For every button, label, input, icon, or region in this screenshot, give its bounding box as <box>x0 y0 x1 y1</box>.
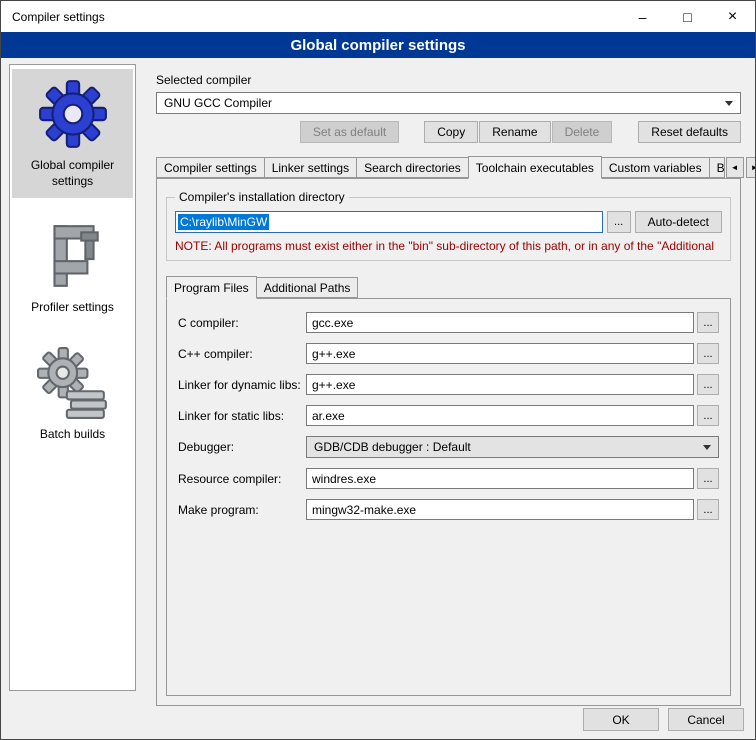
static-linker-label: Linker for static libs: <box>178 409 306 423</box>
sidebar-item-label: Profiler settings <box>31 300 114 316</box>
program-files-tab-bar: Program Files Additional Paths <box>166 276 731 298</box>
static-linker-browse-button[interactable]: ... <box>697 405 719 426</box>
toolchain-executables-panel: Compiler's installation directory C:\ray… <box>156 178 741 706</box>
tab-toolchain-executables[interactable]: Toolchain executables <box>468 156 602 179</box>
compiler-actions: Set as default Copy Rename Delete Reset … <box>156 121 741 143</box>
chevron-down-icon <box>703 445 711 450</box>
tab-program-files[interactable]: Program Files <box>166 276 257 299</box>
compiler-settings-dialog: Compiler settings – □ × Global compiler … <box>0 0 756 740</box>
tab-scroll-controls: ◄ ► <box>724 157 756 178</box>
tab-additional-paths[interactable]: Additional Paths <box>256 277 359 298</box>
tab-linker-settings[interactable]: Linker settings <box>264 157 357 178</box>
install-dir-browse-button[interactable]: ... <box>607 211 631 233</box>
make-program-input[interactable] <box>306 499 694 520</box>
main-panel: Selected compiler GNU GCC Compiler Set a… <box>146 63 749 706</box>
c-compiler-label: C compiler: <box>178 316 306 330</box>
auto-detect-button[interactable]: Auto-detect <box>635 211 722 233</box>
close-icon: × <box>728 8 737 26</box>
c-compiler-browse-button[interactable]: ... <box>697 312 719 333</box>
reset-defaults-button[interactable]: Reset defaults <box>638 121 741 143</box>
rename-button[interactable]: Rename <box>479 121 550 143</box>
debugger-row: Debugger: GDB/CDB debugger : Default <box>178 436 719 458</box>
ok-button[interactable]: OK <box>583 708 659 731</box>
chevron-down-icon <box>725 101 733 106</box>
cancel-button[interactable]: Cancel <box>668 708 744 731</box>
sidebar-item-label: Global compiler settings <box>14 158 131 189</box>
cpp-compiler-label: C++ compiler: <box>178 347 306 361</box>
sidebar-item-label: Batch builds <box>40 427 105 443</box>
resource-compiler-row: Resource compiler: ... <box>178 468 719 489</box>
sidebar-item-profiler-settings[interactable]: Profiler settings <box>12 211 133 325</box>
maximize-icon: □ <box>683 9 691 25</box>
sidebar-item-global-compiler-settings[interactable]: Global compiler settings <box>12 69 133 198</box>
install-dir-selected-text: C:\raylib\MinGW <box>178 214 269 230</box>
c-compiler-input[interactable] <box>306 312 694 333</box>
compiler-select[interactable]: GNU GCC Compiler <box>156 92 741 114</box>
minimize-icon: – <box>639 9 647 25</box>
batch-builds-gears-icon <box>35 345 111 421</box>
tab-scroll-left-icon[interactable]: ◄ <box>726 157 744 178</box>
make-program-row: Make program: ... <box>178 499 719 520</box>
dynamic-linker-label: Linker for dynamic libs: <box>178 378 306 392</box>
bin-subdirectory-note: NOTE: All programs must exist either in … <box>175 239 722 253</box>
install-dir-input[interactable]: C:\raylib\MinGW <box>175 211 603 233</box>
c-compiler-row: C compiler: ... <box>178 312 719 333</box>
profiler-clamp-icon <box>35 218 111 294</box>
dynamic-linker-input[interactable] <box>306 374 694 395</box>
cpp-compiler-input[interactable] <box>306 343 694 364</box>
maximize-button[interactable]: □ <box>665 1 710 32</box>
resource-compiler-browse-button[interactable]: ... <box>697 468 719 489</box>
installation-directory-row: C:\raylib\MinGW ... Auto-detect <box>175 211 722 233</box>
resource-compiler-label: Resource compiler: <box>178 472 306 486</box>
static-linker-row: Linker for static libs: ... <box>178 405 719 426</box>
set-as-default-button[interactable]: Set as default <box>300 121 399 143</box>
debugger-select[interactable]: GDB/CDB debugger : Default <box>306 436 719 458</box>
selected-compiler-label: Selected compiler <box>156 73 741 87</box>
cpp-compiler-row: C++ compiler: ... <box>178 343 719 364</box>
settings-sidebar: Global compiler settings Profiler settin… <box>9 64 136 691</box>
installation-directory-group: Compiler's installation directory C:\ray… <box>166 197 731 261</box>
minimize-button[interactable]: – <box>620 1 665 32</box>
dialog-footer: OK Cancel <box>583 708 744 731</box>
cpp-compiler-browse-button[interactable]: ... <box>697 343 719 364</box>
dynamic-linker-row: Linker for dynamic libs: ... <box>178 374 719 395</box>
debugger-select-value: GDB/CDB debugger : Default <box>314 440 471 454</box>
page-title: Global compiler settings <box>1 32 755 58</box>
close-button[interactable]: × <box>710 1 755 32</box>
make-program-label: Make program: <box>178 503 306 517</box>
debugger-label: Debugger: <box>178 440 306 454</box>
static-linker-input[interactable] <box>306 405 694 426</box>
titlebar-spacer <box>105 1 620 32</box>
program-files-panel: C compiler: ... C++ compiler: ... Linker… <box>166 298 731 696</box>
dynamic-linker-browse-button[interactable]: ... <box>697 374 719 395</box>
compiler-select-value: GNU GCC Compiler <box>164 96 272 110</box>
tab-compiler-settings[interactable]: Compiler settings <box>156 157 265 178</box>
tab-build-options-truncated[interactable]: Buil <box>709 157 725 178</box>
sidebar-item-batch-builds[interactable]: Batch builds <box>12 338 133 452</box>
tab-scroll-right-icon[interactable]: ► <box>746 157 756 178</box>
resource-compiler-input[interactable] <box>306 468 694 489</box>
tab-custom-variables[interactable]: Custom variables <box>601 157 710 178</box>
tab-search-directories[interactable]: Search directories <box>356 157 469 178</box>
title-bar: Compiler settings – □ × <box>1 1 755 32</box>
installation-directory-label: Compiler's installation directory <box>175 190 349 204</box>
make-program-browse-button[interactable]: ... <box>697 499 719 520</box>
gear-icon <box>35 76 111 152</box>
copy-button[interactable]: Copy <box>424 121 478 143</box>
window-title: Compiler settings <box>1 10 105 24</box>
delete-button[interactable]: Delete <box>552 121 613 143</box>
settings-tab-bar: Compiler settings Linker settings Search… <box>156 156 741 178</box>
